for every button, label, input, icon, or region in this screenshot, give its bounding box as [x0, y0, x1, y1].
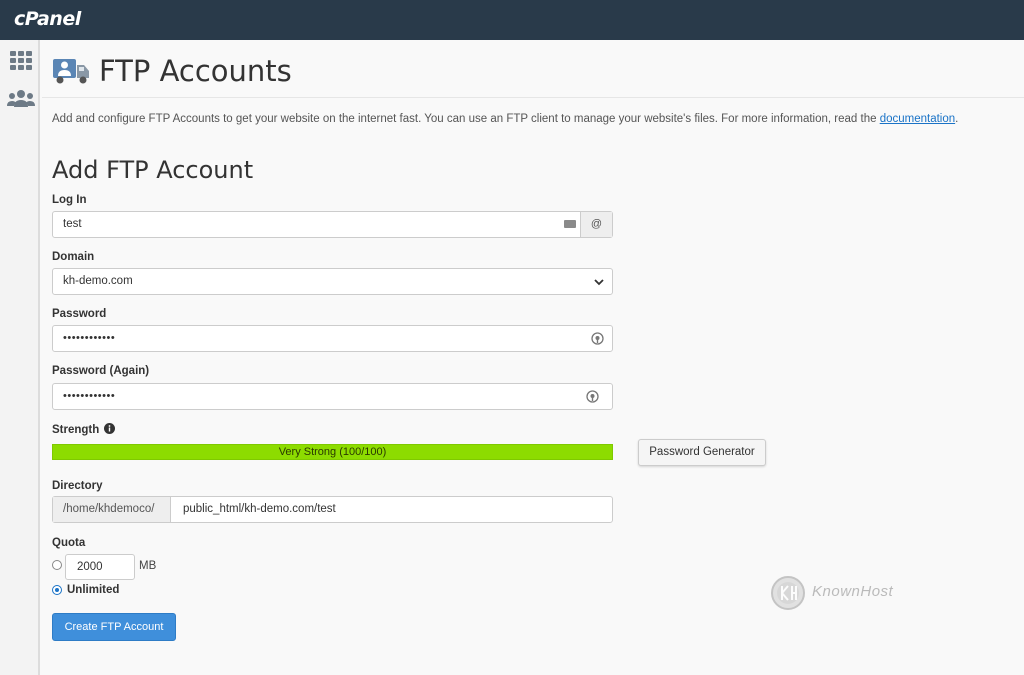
directory-value: public_html/kh-demo.com/test — [183, 503, 336, 515]
password-label: Password — [52, 308, 107, 320]
password-again-label: Password (Again) — [52, 365, 150, 377]
quota-unit: MB — [139, 560, 157, 572]
description-text: Add and configure FTP Accounts to get yo… — [52, 113, 877, 125]
page-description: Add and configure FTP Accounts to get yo… — [52, 113, 958, 125]
login-input[interactable]: test @ — [52, 211, 613, 238]
knownhost-watermark: KnownHost — [770, 575, 970, 611]
grid-icon[interactable] — [9, 50, 33, 72]
strength-meter: Very Strong (100/100) — [52, 444, 613, 460]
create-ftp-account-button[interactable]: Create FTP Account — [52, 613, 176, 641]
ftp-truck-icon — [52, 56, 92, 86]
domain-label: Domain — [52, 251, 95, 263]
description-suffix: . — [955, 113, 959, 125]
directory-input[interactable]: /home/khdemoco/ public_html/kh-demo.com/… — [52, 496, 613, 523]
sidebar — [0, 40, 40, 675]
quota-label: Quota — [52, 537, 86, 549]
top-bar: cPanel — [0, 0, 1024, 40]
domain-value: kh-demo.com — [63, 275, 133, 287]
show-password-again-icon[interactable] — [586, 390, 599, 403]
directory-prefix: /home/khdemoco/ — [53, 497, 171, 522]
password-again-input[interactable]: •••••••••••• — [52, 383, 613, 410]
main-content: FTP Accounts Add and configure FTP Accou… — [42, 40, 1024, 675]
login-label: Log In — [52, 194, 87, 206]
info-icon[interactable] — [104, 423, 116, 437]
quota-value: 2000 — [77, 561, 103, 573]
domain-select[interactable]: kh-demo.com — [52, 268, 613, 295]
quota-input[interactable]: 2000 — [65, 554, 135, 580]
page-title: FTP Accounts — [99, 54, 292, 88]
unlimited-label[interactable]: Unlimited — [67, 584, 119, 596]
quota-limited-radio[interactable] — [52, 560, 62, 570]
directory-label: Directory — [52, 480, 103, 492]
cpanel-logo[interactable]: cPanel — [14, 8, 81, 30]
strength-label-text: Strength — [52, 424, 100, 436]
show-password-icon[interactable] — [591, 332, 604, 345]
password-again-value: •••••••••••• — [63, 390, 116, 402]
section-title: Add FTP Account — [52, 156, 254, 184]
at-addon: @ — [580, 212, 612, 237]
quota-unlimited-radio[interactable] — [52, 585, 62, 595]
password-generator-button[interactable]: Password Generator — [638, 439, 766, 466]
keyboard-icon — [564, 220, 576, 228]
password-input[interactable]: •••••••••••• — [52, 325, 613, 352]
strength-label: Strength — [52, 423, 116, 437]
header-divider — [42, 97, 1024, 98]
watermark-text: KnownHost — [812, 583, 894, 600]
chevron-down-icon — [593, 276, 605, 288]
password-value: •••••••••••• — [63, 332, 116, 344]
knownhost-logo-icon — [771, 576, 805, 610]
users-icon[interactable] — [7, 88, 35, 110]
login-value: test — [63, 218, 82, 230]
documentation-link[interactable]: documentation — [880, 113, 955, 125]
